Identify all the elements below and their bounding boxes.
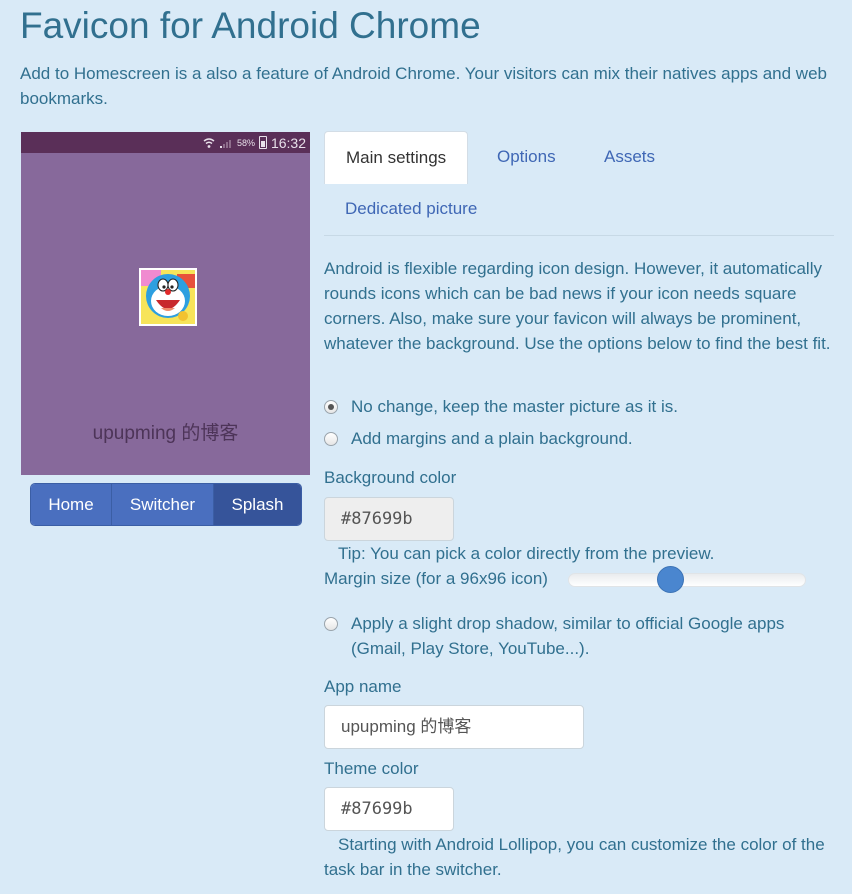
shadow-label: Apply a slight drop shadow, similar to o… (351, 614, 785, 658)
shadow-checkbox[interactable] (324, 617, 338, 631)
margins-option[interactable]: Add margins and a plain background. (324, 426, 633, 451)
home-button[interactable]: Home (31, 484, 112, 525)
signal-icon (219, 139, 231, 148)
splash-button[interactable]: Splash (214, 484, 301, 525)
doraemon-icon (141, 270, 195, 324)
margins-label: Add margins and a plain background. (351, 429, 633, 448)
status-time: 16:32 (270, 134, 306, 151)
bg-color-label: Background color (324, 468, 457, 487)
app-name-label: App name (324, 677, 402, 696)
tab-assets[interactable]: Assets (583, 131, 676, 184)
theme-color-note: Starting with Android Lollipop, you can … (324, 835, 825, 879)
no-change-radio[interactable] (324, 400, 338, 414)
tab-options[interactable]: Options (476, 131, 577, 184)
switcher-button[interactable]: Switcher (112, 484, 214, 525)
intro-text: Add to Homescreen is a also a feature of… (20, 64, 827, 108)
status-bar: 58% 16:32 (21, 132, 310, 153)
margin-size-label: Margin size (for a 96x96 icon) (324, 569, 548, 588)
page-title: Favicon for Android Chrome (20, 5, 481, 46)
bg-color-field[interactable]: #87699b (324, 497, 454, 541)
margin-slider[interactable] (568, 573, 806, 587)
margins-radio[interactable] (324, 432, 338, 446)
wifi-icon (203, 137, 215, 148)
settings-description: Android is flexible regarding icon desig… (324, 259, 831, 353)
settings-tabs: Main settings Options Assets Dedicated p… (324, 131, 834, 236)
app-icon-preview (139, 268, 197, 326)
phone-preview[interactable]: 58% 16:32 upupming 的博客 (21, 132, 310, 475)
preview-mode-buttons: Home Switcher Splash (30, 483, 302, 526)
no-change-label: No change, keep the master picture as it… (351, 397, 678, 416)
app-name-input[interactable]: upupming 的博客 (324, 705, 584, 749)
tab-dedicated-picture[interactable]: Dedicated picture (324, 183, 498, 236)
theme-color-field[interactable]: #87699b (324, 787, 454, 831)
battery-percent: 58% (236, 137, 255, 148)
margin-slider-handle[interactable] (656, 566, 684, 593)
battery-icon (258, 136, 267, 149)
shadow-option[interactable]: Apply a slight drop shadow, similar to o… (324, 611, 834, 661)
tab-main-settings[interactable]: Main settings (324, 131, 469, 184)
no-change-option[interactable]: No change, keep the master picture as it… (324, 394, 678, 419)
app-name-preview: upupming 的博客 (92, 423, 239, 444)
theme-color-label: Theme color (324, 759, 419, 778)
color-tip: Tip: You can pick a color directly from … (338, 544, 715, 563)
